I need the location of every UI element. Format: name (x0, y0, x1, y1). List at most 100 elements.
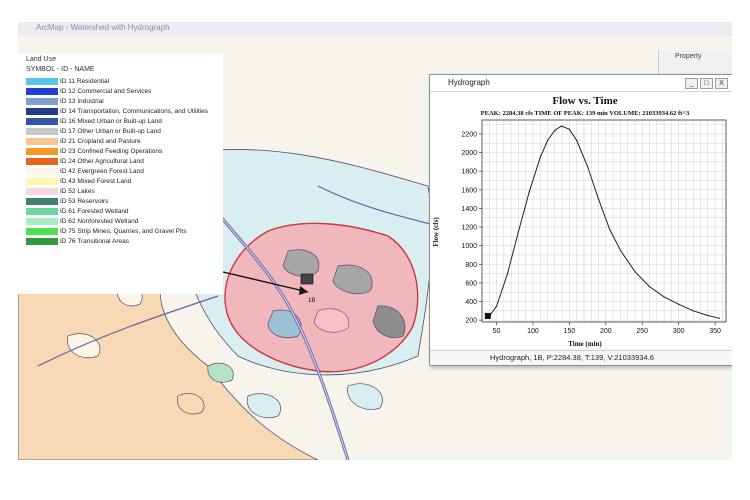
flow-data-point (648, 286, 651, 288)
legend-item: ID 14 Transportation, Communications, an… (18, 107, 223, 116)
legend-item-id: ID 24 (60, 158, 76, 165)
y-tick-label: 1600 (461, 187, 477, 194)
outlet-marker (300, 273, 314, 285)
legend-item-name: Forested Wetland (77, 208, 129, 215)
legend-swatch (26, 208, 58, 215)
legend-item-label: ID 42 Evergreen Forest Land (60, 167, 144, 176)
legend-item-label: ID 53 Reservoirs (60, 197, 108, 206)
legend-item: ID 75 Strip Mines, Quarries, and Gravel … (18, 227, 223, 236)
flow-data-point (619, 249, 621, 251)
legend-item: ID 11 Residential (18, 77, 223, 86)
chart-grid (482, 120, 726, 322)
legend-item-id: ID 11 (60, 78, 76, 85)
legend-item-label: ID 11 Residential (60, 77, 109, 86)
legend-item: ID 24 Other Agricultural Land (18, 157, 223, 166)
legend-item: ID 53 Reservoirs (18, 197, 223, 206)
minimize-button[interactable]: _ (685, 78, 698, 89)
x-tick-label: 100 (527, 328, 539, 335)
x-axis-label: Time (min) (568, 340, 602, 348)
y-tick-label: 1800 (461, 169, 477, 176)
legend-item: ID 12 Commercial and Services (18, 87, 223, 96)
legend-item-id: ID 53 (60, 198, 76, 205)
legend-item-id: ID 75 (60, 228, 76, 235)
point-b-label: 1B (308, 298, 315, 304)
x-tick-label: 50 (493, 328, 501, 335)
flow-data-point (663, 296, 665, 298)
legend-swatch (26, 148, 58, 155)
legend-item: ID 21 Cropland and Pasture (18, 137, 223, 146)
legend-swatch (26, 138, 58, 145)
legend-swatch (26, 88, 58, 95)
flow-data-point (539, 156, 541, 158)
legend-swatch (26, 168, 58, 175)
flow-data-point (608, 228, 611, 230)
y-tick-label: 2000 (461, 150, 477, 157)
legend-item-label: ID 24 Other Agricultural Land (60, 157, 144, 166)
legend-item-name: Transportation, Communications, and Util… (77, 108, 209, 115)
legend-item-name: Evergreen Forest Land (77, 168, 144, 175)
legend-item-label: ID 76 Transitional Areas (60, 237, 129, 246)
legend-item-label: ID 52 Lakes (60, 187, 95, 196)
x-tick-label: 200 (600, 328, 612, 335)
y-tick-label: 1400 (461, 206, 477, 213)
legend-item-label: ID 17 Other Urban or Built-up Land (60, 127, 161, 136)
legend-item-id: ID 52 (60, 188, 76, 195)
legend-item-name: Confined Feeding Operations (77, 148, 163, 155)
legend-item-name: Lakes (77, 188, 95, 195)
legend-item-name: Nonforested Wetland (77, 218, 139, 225)
hydrograph-window[interactable]: Hydrograph _ □ X Flow vs. Time PEAK: 228… (429, 74, 732, 366)
flow-data-point (528, 191, 530, 193)
flow-data-point (718, 317, 721, 319)
legend-item-id: ID 61 (60, 208, 76, 215)
legend-item-name: Reservoirs (77, 198, 109, 205)
legend-item-id: ID 43 (60, 178, 76, 185)
flow-data-point (587, 165, 589, 168)
maximize-button[interactable]: □ (700, 78, 713, 89)
flow-data-point (506, 272, 509, 275)
hydrograph-chart: Flow vs. Time PEAK: 2284.38 cfs TIME OF … (430, 92, 732, 348)
legend-swatch (26, 108, 58, 115)
x-tick-label: 150 (564, 328, 576, 335)
legend-item: ID 76 Transitional Areas (18, 237, 223, 246)
legend-item: ID 62 Nonforested Wetland (18, 217, 223, 226)
flow-data-point (597, 198, 600, 200)
legend-item-name: Residential (76, 78, 110, 85)
flow-series-line (487, 125, 720, 319)
legend-swatch (26, 218, 58, 225)
app-window: ArcMap - Watershed with Hydrograph 1B La… (18, 22, 732, 460)
flow-data-point (678, 303, 680, 305)
hydrograph-titlebar[interactable]: Hydrograph _ □ X (430, 75, 732, 92)
y-axis-label: Flow (cfs) (432, 217, 440, 247)
x-tick-label: 300 (673, 328, 685, 335)
legend-swatch (26, 198, 58, 205)
close-button[interactable]: X (715, 78, 728, 89)
legend-swatch (26, 128, 58, 135)
legend-item-name: Commercial and Services (77, 88, 152, 95)
legend-item-id: ID 17 (60, 128, 76, 135)
legend-swatch (26, 228, 58, 235)
legend-swatch (26, 188, 58, 195)
legend-item-label: ID 61 Forested Wetland (60, 207, 129, 216)
legend-item-label: ID 21 Cropland and Pasture (60, 137, 141, 146)
legend-item-id: ID 62 (60, 218, 76, 225)
y-tick-label: 2200 (461, 131, 477, 138)
legend-item-label: ID 43 Mixed Forest Land (60, 177, 131, 186)
legend-panel: Land Use SYMBOL - ID - NAME ID 11 Reside… (18, 54, 223, 294)
flow-data-point (634, 271, 636, 273)
y-tick-label: 800 (465, 262, 477, 269)
legend-item: ID 43 Mixed Forest Land (18, 177, 223, 186)
legend-item-name: Mixed Urban or Built-up Land (77, 118, 162, 125)
chart-subtitle: PEAK: 2284.38 cfs TIME OF PEAK: 139 min … (481, 110, 690, 117)
x-tick-label: 350 (709, 328, 721, 335)
legend-item-label: ID 23 Confined Feeding Operations (60, 147, 162, 156)
legend-item: ID 61 Forested Wetland (18, 207, 223, 216)
legend-item-id: ID 23 (60, 148, 76, 155)
chart-axes: 50 100 150 200 250 300 350 200 400 600 800 1000 1200… (461, 119, 727, 335)
legend-item-label: ID 12 Commercial and Services (60, 87, 151, 96)
flow-data-point (546, 139, 549, 142)
chart-series (484, 125, 721, 319)
legend-item-name: Transitional Areas (77, 238, 130, 245)
flow-data-point (554, 129, 556, 131)
legend-item-name: Other Agricultural Land (77, 158, 144, 165)
legend-item-name: Mixed Forest Land (77, 178, 132, 185)
